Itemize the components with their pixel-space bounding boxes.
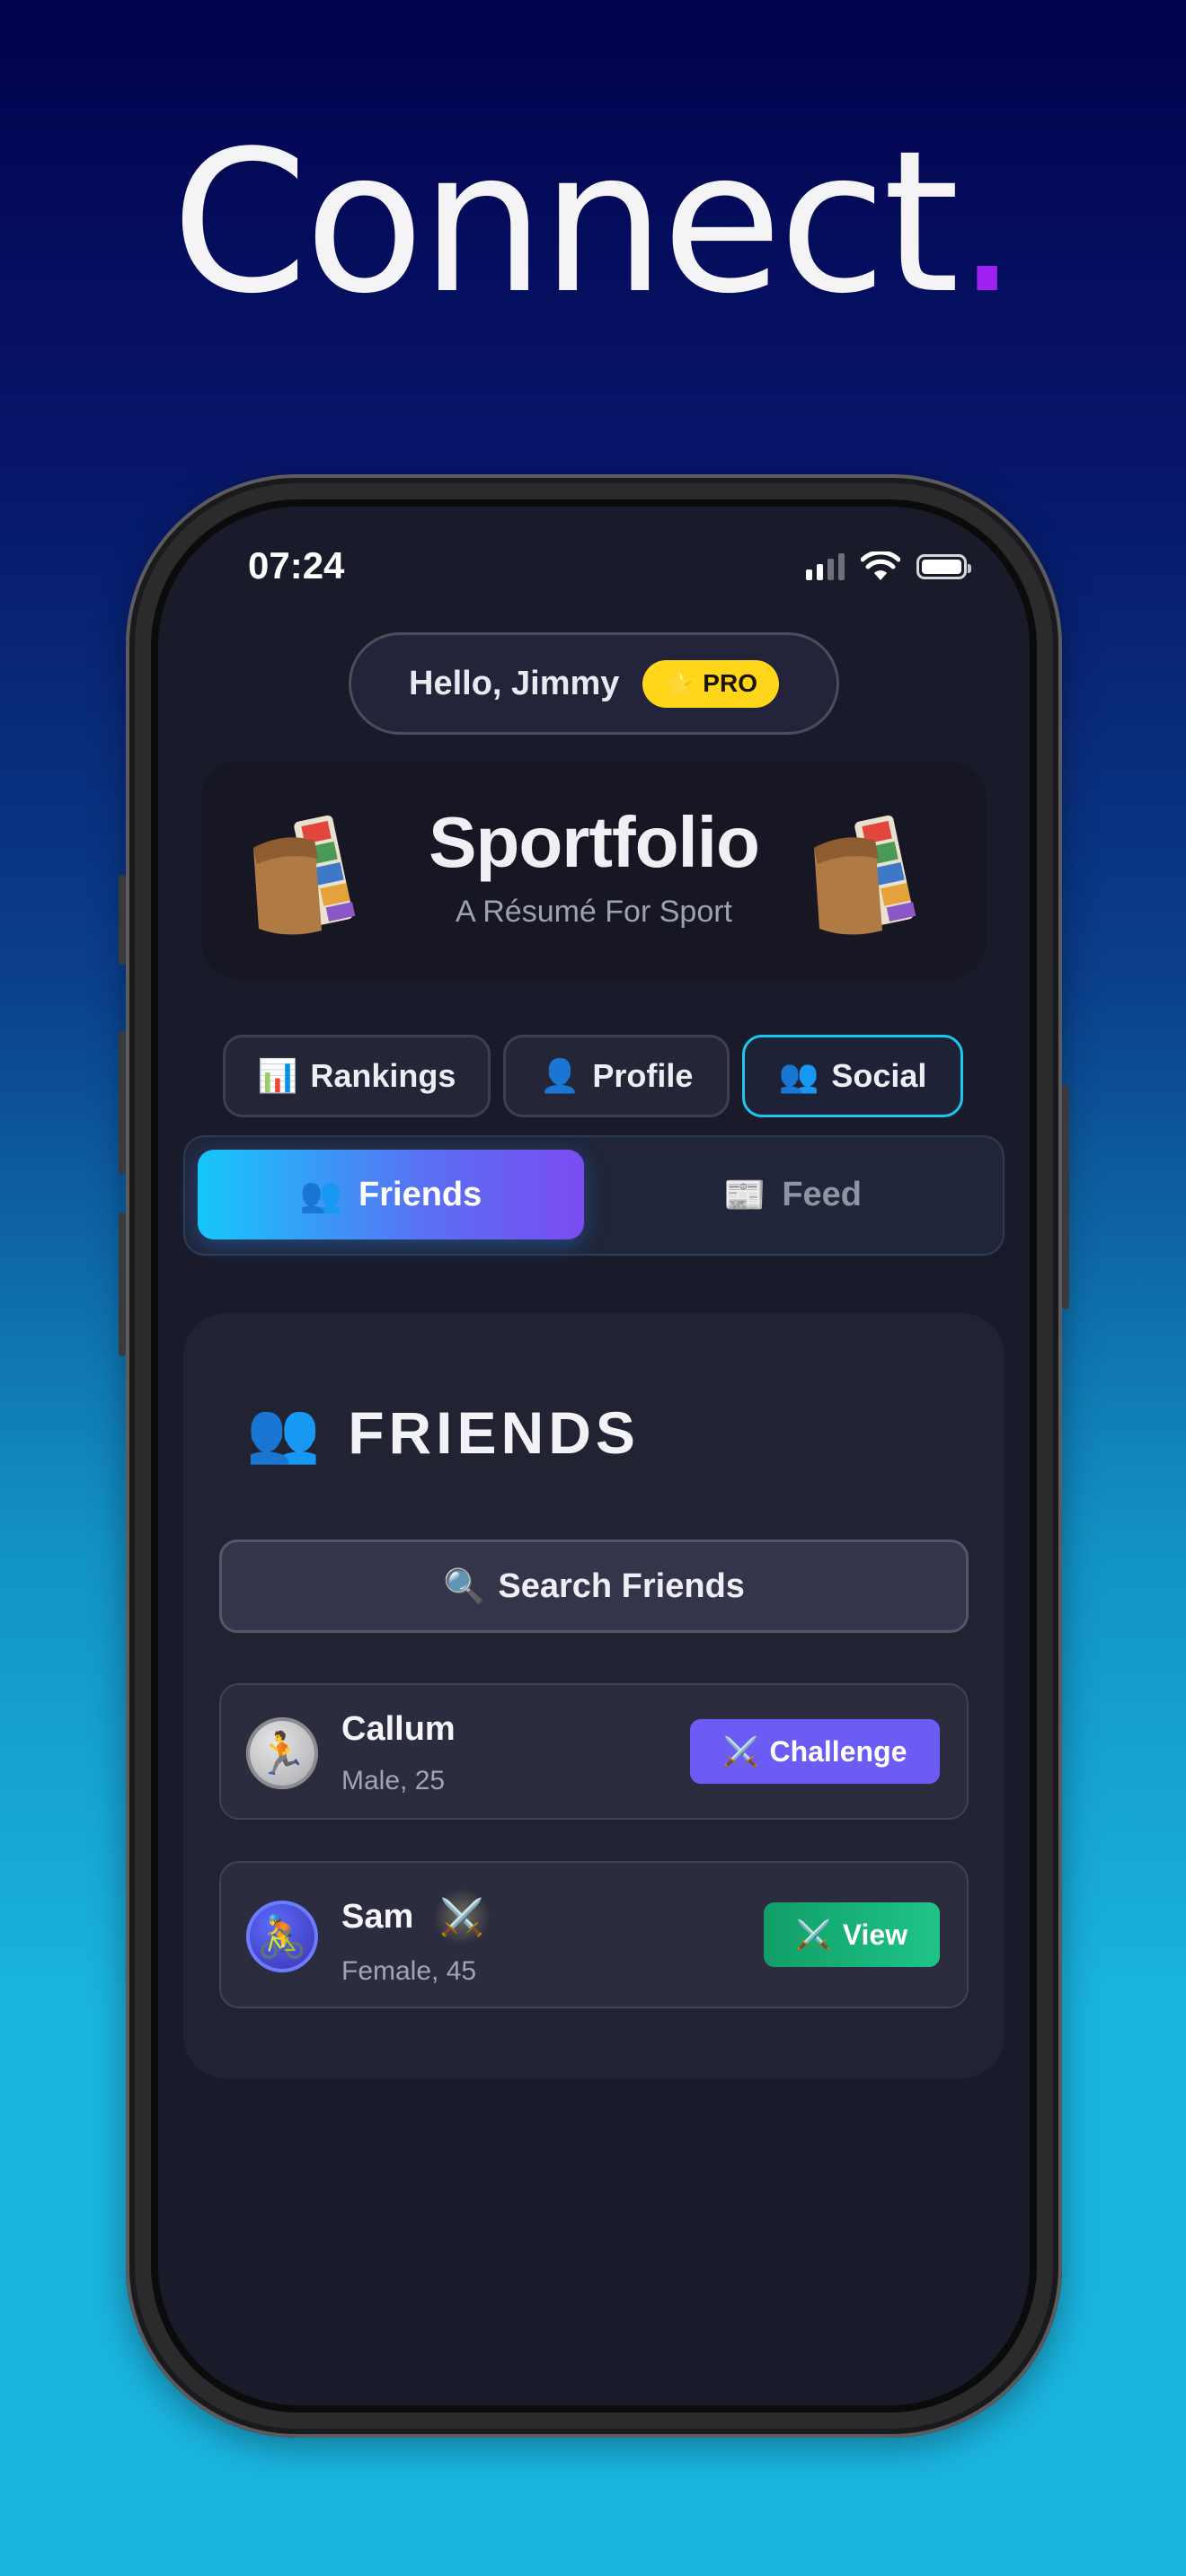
nav-profile-button[interactable]: 👤 Profile: [503, 1035, 730, 1117]
star-icon: ⭐: [664, 668, 696, 699]
wallet-icon: [814, 815, 916, 935]
headline: Connect.: [0, 126, 1186, 322]
friends-card: 👥 FRIENDS 🔍 Search Friends 🏃 Callum Male…: [183, 1313, 1005, 2078]
friend-name-text: Callum: [341, 1710, 456, 1748]
challenge-button-label: Challenge: [769, 1734, 907, 1768]
nav-rankings-label: Rankings: [310, 1057, 456, 1094]
social-segmented-control: 👥 Friends 📰 Feed: [183, 1135, 1005, 1256]
tab-feed-label: Feed: [782, 1175, 863, 1213]
friend-row[interactable]: 🏃 Callum Male, 25 ⚔️ Challenge: [219, 1683, 969, 1820]
avatar: 🏃: [246, 1717, 318, 1789]
friend-meta: Male, 25: [341, 1766, 446, 1795]
tab-friends-label: Friends: [358, 1175, 482, 1213]
wifi-icon: [861, 551, 900, 580]
friend-name: Callum: [341, 1710, 456, 1749]
tab-feed[interactable]: 📰 Feed: [595, 1150, 990, 1239]
friends-title: FRIENDS: [348, 1399, 640, 1466]
crossed-swords-icon: ⚔️: [722, 1734, 759, 1769]
friend-name: Sam ⚔️: [341, 1888, 491, 1945]
greeting-text: Hello, Jimmy: [409, 664, 620, 702]
status-time: 07:24: [248, 544, 345, 587]
tab-friends[interactable]: 👥 Friends: [198, 1150, 584, 1239]
cellular-signal-icon: [806, 553, 845, 580]
nav-profile-label: Profile: [592, 1057, 694, 1094]
search-friends-label: Search Friends: [498, 1566, 745, 1605]
pro-badge-label: PRO: [703, 669, 757, 697]
app-header: Sportfolio A Résumé For Sport: [201, 762, 987, 979]
headline-text: Connect: [171, 110, 960, 337]
crossed-swords-icon: ⚔️: [795, 1918, 832, 1952]
people-icon: 👥: [299, 1174, 343, 1214]
status-icons: [806, 551, 971, 582]
phone-frame: 07:24 Hello, Jimmy ⭐ PRO Sportfolio A Ré…: [119, 474, 1069, 2438]
power-button: [1062, 1085, 1069, 1310]
bar-chart-icon: 📊: [257, 1058, 298, 1095]
headline-dot: .: [956, 110, 1018, 337]
nav-social-label: Social: [831, 1057, 927, 1094]
avatar: 🚴: [246, 1901, 318, 1972]
people-icon: 👥: [246, 1398, 325, 1467]
view-button-label: View: [842, 1918, 908, 1951]
volume-down-button: [119, 1213, 126, 1356]
action-button: [119, 875, 126, 965]
volume-up-button: [119, 1031, 126, 1175]
view-button[interactable]: ⚔️ View: [764, 1902, 940, 1967]
crossed-swords-icon: ⚔️: [433, 1888, 491, 1945]
battery-icon: [916, 554, 971, 579]
search-icon: 🔍: [443, 1566, 486, 1606]
greeting-pill: Hello, Jimmy ⭐ PRO: [349, 632, 839, 735]
challenge-button[interactable]: ⚔️ Challenge: [690, 1719, 940, 1784]
friend-name-text: Sam: [341, 1897, 414, 1936]
friend-row[interactable]: 🚴 Sam ⚔️ Female, 45 ⚔️ View: [219, 1861, 969, 2008]
nav-rankings-button[interactable]: 📊 Rankings: [223, 1035, 491, 1117]
people-icon: 👥: [778, 1058, 819, 1095]
friends-heading: 👥 FRIENDS: [246, 1398, 640, 1468]
phone-screen: 07:24 Hello, Jimmy ⭐ PRO Sportfolio A Ré…: [158, 507, 1030, 2405]
person-icon: 👤: [539, 1058, 580, 1095]
friend-meta: Female, 45: [341, 1956, 477, 1986]
pro-badge: ⭐ PRO: [642, 659, 779, 708]
nav-social-button[interactable]: 👥 Social: [742, 1035, 963, 1117]
search-friends-button[interactable]: 🔍 Search Friends: [219, 1539, 969, 1633]
newspaper-icon: 📰: [722, 1174, 766, 1214]
